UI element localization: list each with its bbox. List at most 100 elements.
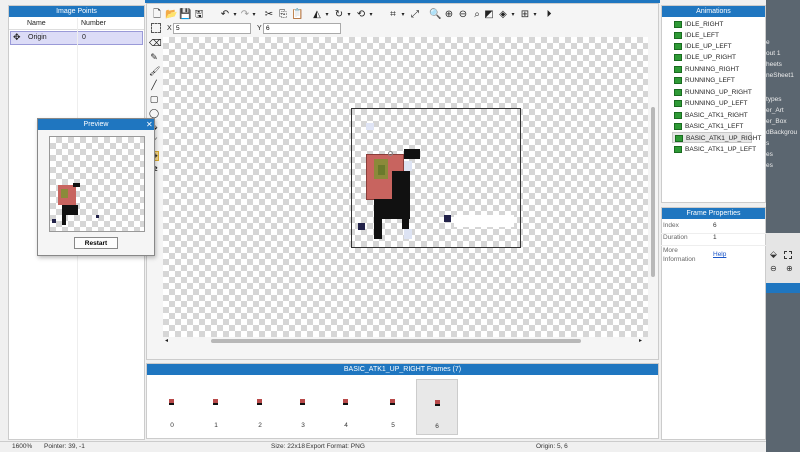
property-more-info: More Information Help: [661, 247, 766, 267]
chevron-down-icon[interactable]: ▾: [397, 9, 409, 21]
chevron-right-icon[interactable]: ▸: [639, 337, 642, 344]
chevron-down-icon[interactable]: ▾: [321, 9, 333, 21]
chevron-down-icon[interactable]: ▾: [507, 9, 519, 21]
frame-sprite: [390, 399, 395, 405]
frame-number: 0: [170, 422, 174, 429]
property-label: Information: [663, 256, 696, 263]
zoom-fit-icon[interactable]: 🔍: [429, 9, 441, 21]
play-icon[interactable]: ⏵: [543, 9, 555, 21]
brush-icon[interactable]: 🖌: [149, 67, 160, 77]
paste-icon[interactable]: 📋: [291, 9, 303, 21]
column-header-number[interactable]: Number: [81, 20, 106, 27]
y-coordinate-input[interactable]: [263, 23, 341, 34]
open-folder-icon[interactable]: 📂: [165, 9, 177, 21]
new-file-icon[interactable]: 🗋: [151, 9, 163, 21]
animations-title: Animations: [662, 6, 765, 17]
chevron-down-icon[interactable]: ▾: [248, 9, 260, 21]
filmstrip-icon: [674, 146, 682, 153]
property-duration[interactable]: Duration 1: [661, 234, 766, 246]
sprite-leg: [402, 219, 409, 229]
chevron-down-icon[interactable]: ▾: [529, 9, 541, 21]
sprite-face-dark: [378, 165, 385, 175]
frame-sprite: [300, 399, 305, 405]
column-header-name[interactable]: Name: [27, 20, 46, 27]
point-name: Origin: [28, 34, 47, 41]
property-label: More: [663, 247, 678, 254]
background-text: er_Art: [766, 107, 784, 114]
animation-name: IDLE_UP_RIGHT: [685, 54, 736, 61]
canvas-viewport[interactable]: ◂ ▸: [163, 37, 648, 345]
sprite-pixel: [73, 183, 80, 187]
animation-name: BASIC_ATK1_UP_RIGHT: [686, 135, 762, 142]
filmstrip-icon: [674, 21, 682, 28]
pointer-position: Pointer: 39, -1: [44, 443, 85, 450]
chevron-down-icon[interactable]: ▾: [343, 9, 355, 21]
animation-name: IDLE_RIGHT: [685, 21, 724, 28]
save-icon[interactable]: 💾: [179, 9, 191, 21]
chevron-down-icon[interactable]: ▾: [365, 9, 377, 21]
sprite-pixel: [404, 149, 420, 159]
rectangle-icon[interactable]: ▢: [149, 95, 159, 105]
line-icon[interactable]: ╱: [149, 81, 159, 91]
zoom-actual-icon[interactable]: ⌕: [471, 9, 483, 21]
property-value[interactable]: 1: [713, 234, 717, 241]
save-as-icon[interactable]: 🖫: [193, 9, 205, 21]
sprite-canvas-bounds[interactable]: [351, 108, 521, 248]
selection-rect-icon[interactable]: [151, 23, 161, 33]
preview-window: Preview ✕ Restart: [37, 118, 155, 256]
animation-name: BASIC_ATK1_RIGHT: [685, 112, 748, 119]
sprite-body: [374, 199, 410, 219]
sprite-leg: [62, 215, 66, 225]
copy-icon[interactable]: ⎘: [277, 9, 289, 21]
canvas-horizontal-scrollbar[interactable]: ◂ ▸: [163, 337, 648, 345]
frame-number: 5: [391, 422, 395, 429]
pencil-icon[interactable]: ✎: [149, 53, 159, 63]
filmstrip-icon: [674, 54, 682, 61]
background-window-accent: [766, 283, 800, 293]
cut-icon[interactable]: ✂: [263, 9, 275, 21]
frame-number: 3: [301, 422, 305, 429]
filmstrip-icon: [675, 135, 683, 142]
frame-sprite: [257, 399, 262, 405]
sprite-pixel: [404, 161, 412, 171]
origin-marker[interactable]: [388, 151, 393, 156]
sprite-body: [392, 171, 410, 201]
frame-thumbnail[interactable]: 2: [239, 379, 281, 435]
chevron-left-icon[interactable]: ◂: [165, 337, 168, 344]
y-label: Y: [257, 25, 262, 32]
filmstrip-icon: [674, 123, 682, 130]
eraser-icon[interactable]: ⌫: [149, 39, 162, 49]
filmstrip-icon: [674, 43, 682, 50]
frame-thumbnail[interactable]: 1: [195, 379, 237, 435]
background-toggle-icon[interactable]: ◩: [483, 9, 495, 21]
frame-thumbnail-selected[interactable]: 6: [416, 379, 458, 435]
frame-thumbnail[interactable]: 3: [282, 379, 324, 435]
frame-thumbnail[interactable]: 0: [151, 379, 193, 435]
animation-list-item-selected[interactable]: BASIC_ATK1_UP_RIGHT: [672, 132, 761, 143]
frame-thumbnail[interactable]: 4: [325, 379, 367, 435]
background-text: neSheet1: [766, 72, 794, 79]
scrollbar-thumb[interactable]: [651, 107, 655, 277]
sprite-pixel: [52, 219, 56, 223]
frames-title: BASIC_ATK1_UP_RIGHT Frames (7): [147, 364, 658, 375]
zoom-icon: ⊖: [770, 264, 777, 273]
scrollbar-thumb[interactable]: [211, 339, 581, 343]
editor-area: 🗋 📂 💾 🖫 ↶ ▾ ↷ ▾ ✂ ⎘ 📋 ◭ ▾ ↻ ▾ ⟲ ▾ ⌗ ▾ ⤢ …: [146, 3, 659, 360]
frame-sprite: [435, 400, 440, 406]
zoom-level: 1600%: [12, 443, 33, 450]
animation-name: RUNNING_UP_RIGHT: [685, 89, 752, 96]
help-link[interactable]: Help: [713, 251, 726, 258]
close-icon[interactable]: ✕: [146, 119, 153, 130]
sprite-body: [62, 205, 78, 215]
zoom-out-icon[interactable]: ⊖: [457, 9, 469, 21]
sprite-leg: [374, 219, 382, 239]
zoom-in-icon[interactable]: ⊕: [443, 9, 455, 21]
fit-screen-icon[interactable]: ⤢: [409, 9, 421, 21]
x-coordinate-input[interactable]: [173, 23, 251, 34]
frame-sprite: [169, 399, 174, 405]
restart-button[interactable]: Restart: [74, 237, 118, 249]
frame-thumbnail[interactable]: 5: [372, 379, 414, 435]
background-text: out 1: [766, 50, 781, 57]
origin-position: Origin: 5, 6: [536, 443, 568, 450]
canvas-vertical-scrollbar[interactable]: [649, 37, 657, 345]
